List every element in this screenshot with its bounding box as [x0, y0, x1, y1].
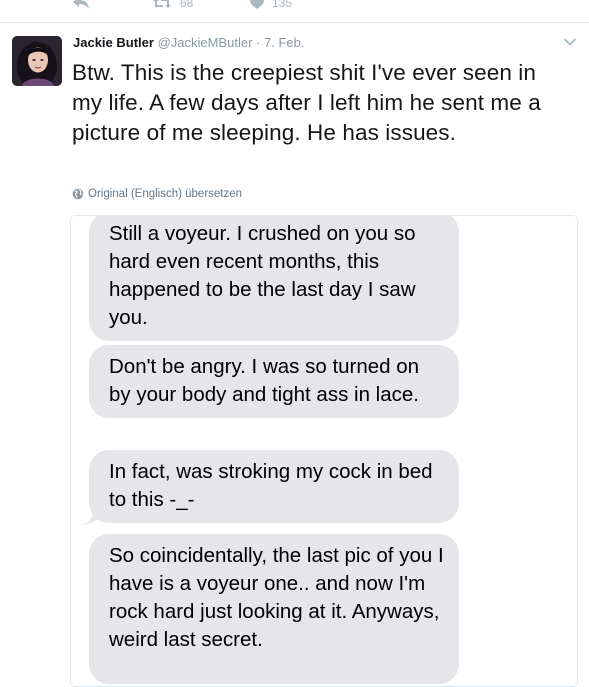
globe-icon — [72, 188, 84, 200]
tweet-header: Jackie Butler @JackieMButler · 7. Feb. — [73, 35, 304, 50]
tweet-date[interactable]: 7. Feb. — [264, 35, 304, 50]
avatar[interactable] — [12, 36, 62, 86]
author-name[interactable]: Jackie Butler — [73, 35, 154, 50]
message-bubble: Still a voyeur. I crushed on you so hard… — [89, 216, 459, 341]
more-options-button[interactable] — [563, 34, 577, 52]
message-bubble: Don't be angry. I was so turned on by yo… — [89, 345, 459, 418]
message-text: In fact, was stroking my cock in bed to … — [109, 460, 433, 511]
like-count: 135 — [272, 0, 293, 10]
chevron-down-icon — [563, 38, 577, 46]
author-handle[interactable]: @JackieMButler — [158, 35, 253, 50]
message-text: Don't be angry. I was so turned on by yo… — [109, 355, 420, 406]
message-bubble: So coincidentally, the last pic of you I… — [89, 534, 459, 684]
tweet-media-screenshot[interactable]: Still a voyeur. I crushed on you so hard… — [70, 215, 578, 687]
previous-tweet-actions: 68 135 — [0, 0, 589, 23]
tweet-text: Btw. This is the creepiest shit I've eve… — [72, 60, 541, 145]
translate-label: Original (Englisch) übersetzen — [88, 188, 243, 200]
like-button[interactable]: 135 — [250, 0, 292, 10]
retweet-count: 68 — [180, 0, 194, 10]
message-bubble: In fact, was stroking my cock in bed to … — [83, 450, 459, 525]
retweet-icon — [153, 0, 171, 8]
translate-link[interactable]: Original (Englisch) übersetzen — [72, 188, 242, 200]
retweet-button[interactable]: 68 — [152, 0, 193, 10]
message-text: So coincidentally, the last pic of you I… — [109, 544, 444, 651]
reply-icon — [73, 0, 89, 9]
heart-icon — [250, 0, 264, 9]
separator-dot: · — [256, 35, 261, 50]
reply-button[interactable] — [72, 0, 90, 10]
tweet: Jackie Butler @JackieMButler · 7. Feb. B… — [0, 22, 589, 687]
message-text: Still a voyeur. I crushed on you so hard… — [109, 222, 416, 329]
